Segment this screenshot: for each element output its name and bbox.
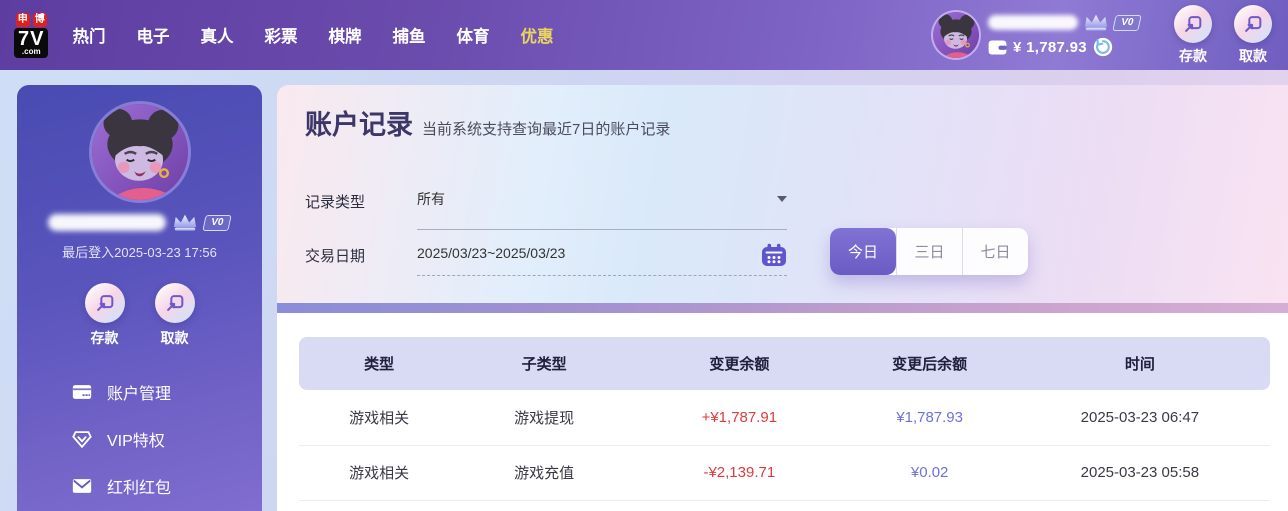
vip-crown-icon xyxy=(172,213,198,232)
refresh-balance-icon[interactable] xyxy=(1093,37,1113,57)
brand-badge-left: 申 xyxy=(16,13,30,27)
section-divider xyxy=(277,303,1288,313)
withdraw-button[interactable]: 取款 xyxy=(155,283,195,348)
col-header-time: 时间 xyxy=(1010,337,1270,390)
deposit-label: 存款 xyxy=(1179,46,1207,66)
calendar-icon[interactable] xyxy=(761,243,787,267)
page-title: 账户记录 xyxy=(305,103,413,142)
col-header-change: 变更余额 xyxy=(629,337,849,390)
deposit-icon xyxy=(85,283,125,323)
date-range-value: 2025/03/23~2025/03/23 xyxy=(417,245,565,261)
withdraw-label: 取款 xyxy=(161,328,189,348)
sidebar-menu: 账户管理 VIP特权 红利红包 xyxy=(17,368,262,509)
last-login-text: 最后登入2025-03-23 17:56 xyxy=(17,242,262,261)
cell-after-balance: ¥1,787.93 xyxy=(850,390,1010,445)
withdraw-label: 取款 xyxy=(1239,46,1267,66)
nav-item-sports[interactable]: 体育 xyxy=(456,23,489,47)
nav-item-lottery[interactable]: 彩票 xyxy=(264,23,297,47)
deposit-button[interactable]: 存款 xyxy=(85,283,125,348)
main-nav: 热门 电子 真人 彩票 棋牌 捕鱼 体育 优惠 xyxy=(72,23,553,47)
filter-section: 账户记录 当前系统支持查询最近7日的账户记录 记录类型 所有 交易日期 2025… xyxy=(277,85,1288,303)
table-row: 游戏相关 游戏提现 +¥1,787.91 ¥1,787.93 2025-03-2… xyxy=(299,390,1270,445)
username-blurred xyxy=(48,214,166,231)
page-subtitle: 当前系统支持查询最近7日的账户记录 xyxy=(422,118,670,139)
avatar-illustration xyxy=(92,104,188,200)
brand-logo[interactable]: 申 博 7V .com xyxy=(14,13,48,58)
date-range-buttons: 今日 三日 七日 xyxy=(830,228,1028,275)
cell-type: 游戏相关 xyxy=(299,390,459,445)
main-panel: 账户记录 当前系统支持查询最近7日的账户记录 记录类型 所有 交易日期 2025… xyxy=(277,85,1288,511)
chevron-down-icon xyxy=(777,196,787,202)
brand-name: 7V xyxy=(18,29,44,49)
avatar[interactable] xyxy=(92,104,188,200)
nav-item-hot[interactable]: 热门 xyxy=(72,23,105,47)
card-icon xyxy=(71,381,93,403)
cell-subtype: 游戏提现 xyxy=(459,390,629,445)
avatar[interactable] xyxy=(933,12,979,58)
range-button-3days[interactable]: 三日 xyxy=(896,228,962,275)
sidebar-item-label: VIP特权 xyxy=(107,427,165,451)
vip-crown-icon xyxy=(1083,13,1109,32)
cell-time: 2025-03-23 06:47 xyxy=(1010,390,1270,445)
cell-change-amount: -¥2,139.71 xyxy=(629,445,849,500)
header-actions: 存款 取款 xyxy=(1174,5,1272,66)
records-table: 类型 子类型 变更余额 变更后余额 时间 游戏相关 游戏提现 +¥1,787.9… xyxy=(299,337,1270,501)
date-range-label: 交易日期 xyxy=(305,243,417,276)
cell-type: 游戏相关 xyxy=(299,445,459,500)
cell-change-amount: +¥1,787.91 xyxy=(629,390,849,445)
deposit-icon xyxy=(1174,5,1212,43)
brand-box: 7V .com xyxy=(14,28,48,58)
range-button-7days[interactable]: 七日 xyxy=(962,228,1028,275)
nav-item-slots[interactable]: 电子 xyxy=(136,23,169,47)
header-user-cluster: V0 ¥ 1,787.93 xyxy=(933,5,1272,66)
sidebar-item-label: 红利红包 xyxy=(107,474,171,498)
sidebar-item-vip-privileges[interactable]: VIP特权 xyxy=(17,415,262,462)
col-header-after-balance: 变更后余额 xyxy=(850,337,1010,390)
sidebar: V0 最后登入2025-03-23 17:56 存款 取款 xyxy=(17,85,262,511)
sidebar-item-label: 账户管理 xyxy=(107,380,171,404)
avatar-illustration xyxy=(933,12,979,58)
record-type-value: 所有 xyxy=(417,189,445,209)
balance-amount: ¥ 1,787.93 xyxy=(1013,39,1087,56)
top-navbar: 申 博 7V .com 热门 电子 真人 彩票 棋牌 捕鱼 体育 优惠 xyxy=(0,0,1288,70)
cell-after-balance: ¥0.02 xyxy=(850,445,1010,500)
range-button-today[interactable]: 今日 xyxy=(830,228,896,275)
wallet-icon xyxy=(988,40,1007,55)
table-header-row: 类型 子类型 变更余额 变更后余额 时间 xyxy=(299,337,1270,390)
date-range-input[interactable]: 2025/03/23~2025/03/23 xyxy=(417,243,787,276)
deposit-button[interactable]: 存款 xyxy=(1174,5,1212,66)
vip-gem-icon xyxy=(71,428,93,450)
username-blurred xyxy=(988,15,1078,30)
brand-badges: 申 博 xyxy=(16,13,47,27)
records-table-section: 类型 子类型 变更余额 变更后余额 时间 游戏相关 游戏提现 +¥1,787.9… xyxy=(277,313,1288,501)
table-row: 游戏相关 游戏充值 -¥2,139.71 ¥0.02 2025-03-23 05… xyxy=(299,445,1270,500)
deposit-label: 存款 xyxy=(91,328,119,348)
sidebar-item-account-management[interactable]: 账户管理 xyxy=(17,368,262,415)
withdraw-button[interactable]: 取款 xyxy=(1234,5,1272,66)
record-type-select[interactable]: 所有 xyxy=(417,189,787,230)
envelope-icon xyxy=(71,475,93,497)
nav-item-board[interactable]: 棋牌 xyxy=(328,23,361,47)
cell-subtype: 游戏充值 xyxy=(459,445,629,500)
sidebar-item-bonus-redpacket[interactable]: 红利红包 xyxy=(17,462,262,509)
vip-level-badge: V0 xyxy=(1112,15,1142,31)
withdraw-icon xyxy=(155,283,195,323)
col-header-type: 类型 xyxy=(299,337,459,390)
col-header-subtype: 子类型 xyxy=(459,337,629,390)
vip-level-badge: V0 xyxy=(203,215,233,231)
sidebar-user-row: V0 xyxy=(17,213,262,232)
record-type-label: 记录类型 xyxy=(305,189,417,230)
nav-item-promo[interactable]: 优惠 xyxy=(520,23,553,47)
nav-item-fishing[interactable]: 捕鱼 xyxy=(392,23,425,47)
header-user-info: V0 ¥ 1,787.93 xyxy=(988,13,1140,57)
sidebar-actions: 存款 取款 xyxy=(17,283,262,348)
brand-badge-right: 博 xyxy=(33,13,47,27)
brand-tld: .com xyxy=(18,48,44,56)
cell-time: 2025-03-23 05:58 xyxy=(1010,445,1270,500)
nav-item-live[interactable]: 真人 xyxy=(200,23,233,47)
withdraw-icon xyxy=(1234,5,1272,43)
